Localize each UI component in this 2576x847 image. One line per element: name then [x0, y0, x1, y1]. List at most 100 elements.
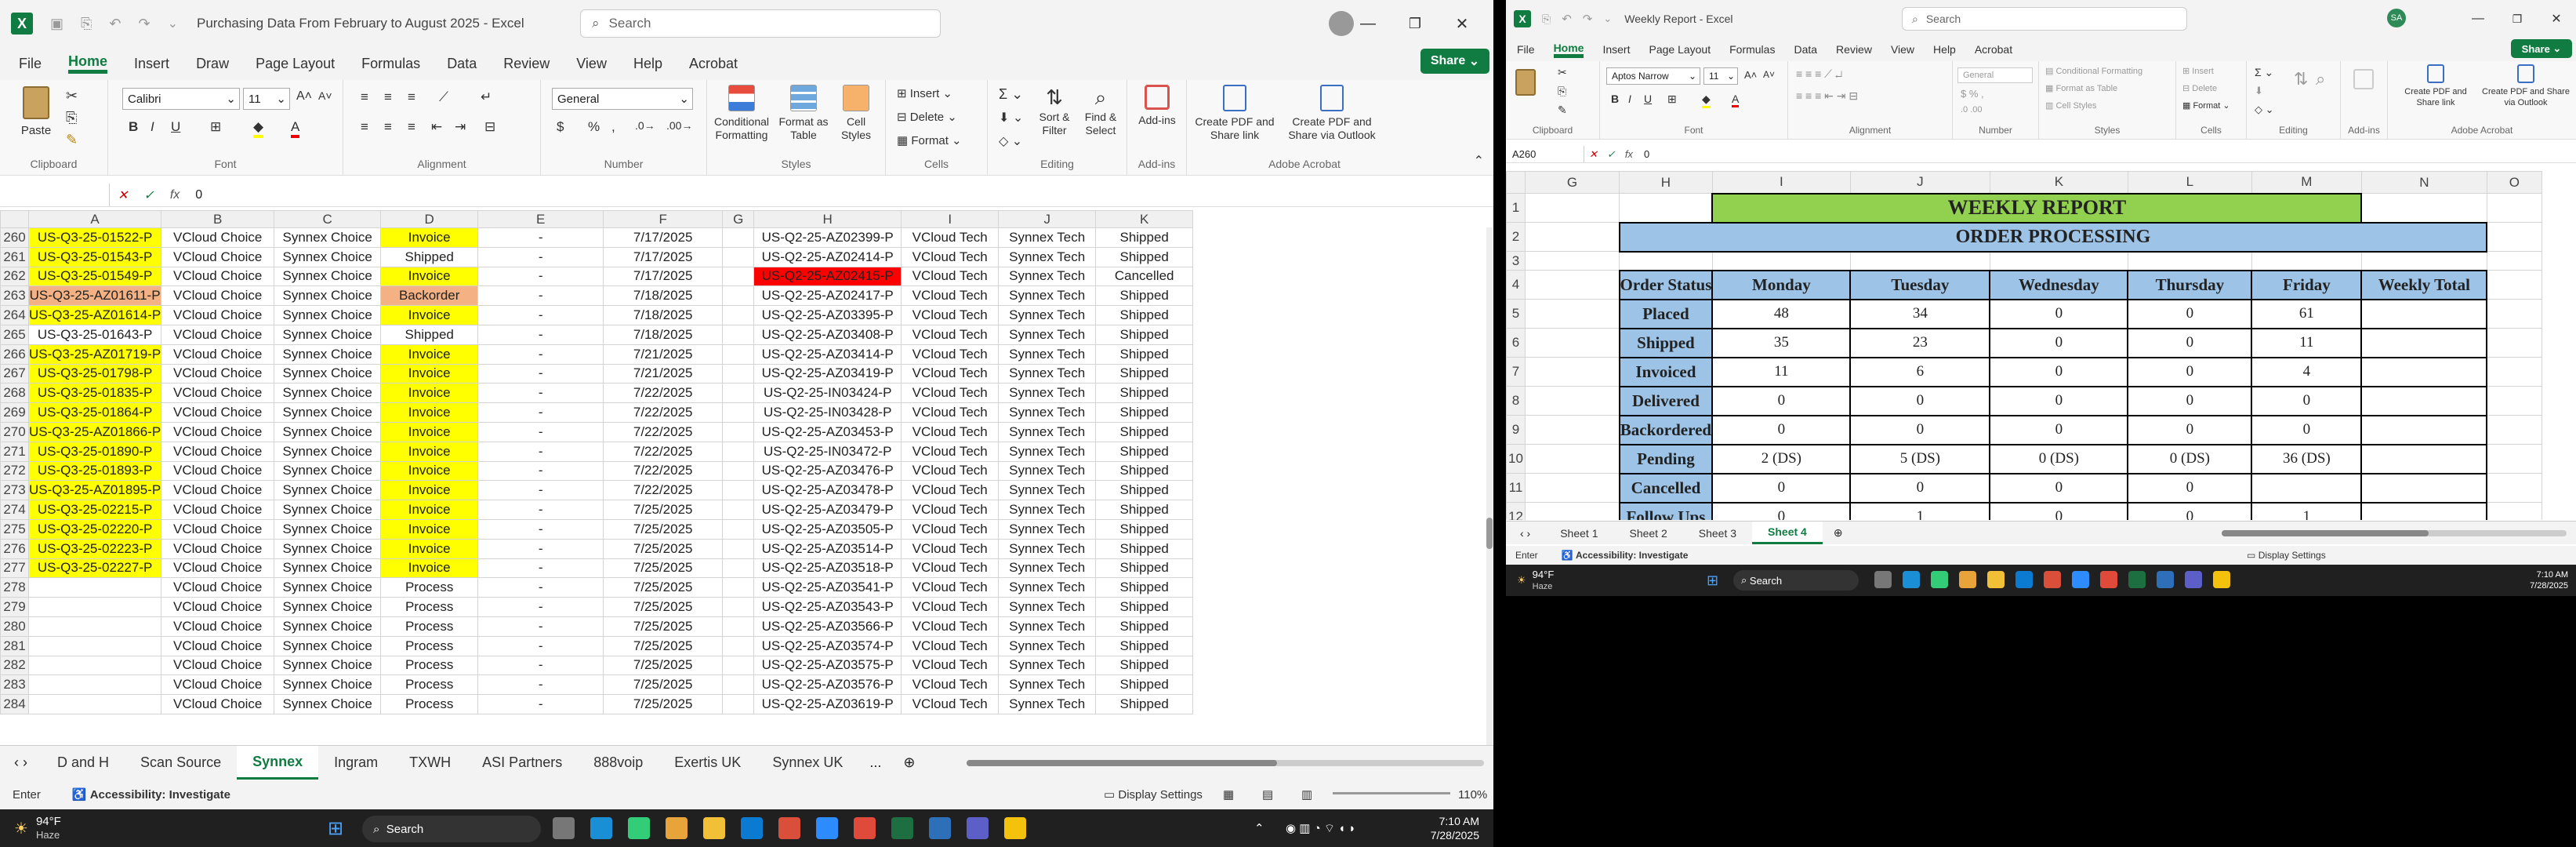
cell[interactable] [2486, 473, 2542, 503]
cell-a[interactable]: US-Q3-25-AZ01614-P [27, 305, 162, 325]
sort-filter-icon[interactable]: ⇅ [2294, 69, 2308, 89]
chrome-profile-icon[interactable] [778, 817, 800, 839]
cell[interactable] [1525, 193, 1620, 223]
cell-k[interactable]: Shipped [1095, 344, 1194, 365]
chrome-icon[interactable] [666, 817, 688, 839]
zoom-icon[interactable] [816, 817, 838, 839]
cell-j[interactable]: Synnex Tech [998, 441, 1097, 462]
formula-input[interactable]: 0 [1644, 148, 1649, 160]
cell[interactable] [2486, 299, 2542, 329]
menu-tab-data[interactable]: Data [1794, 43, 1817, 56]
autosum-icon[interactable]: Σ ⌄ [2255, 66, 2273, 79]
cell-k[interactable]: Shipped [1095, 324, 1194, 345]
cell-h[interactable]: US-Q2-25-AZ02399-P [753, 227, 902, 248]
remote-desktop-icon[interactable] [929, 817, 951, 839]
scroll-thumb[interactable] [967, 759, 1277, 766]
cell-d[interactable]: Invoice [380, 227, 479, 248]
report-value[interactable] [2360, 472, 2488, 503]
cell-e[interactable]: - [477, 460, 604, 482]
find-icon[interactable]: ⌕ [2316, 69, 2325, 89]
row-header[interactable]: 260 [0, 227, 29, 248]
weather-icon[interactable]: ☀ [1517, 574, 1526, 587]
cell-b[interactable]: VCloud Choice [161, 694, 275, 714]
cell-e[interactable]: - [477, 500, 604, 520]
increase-font-icon[interactable]: A˄ [296, 89, 312, 104]
report-value[interactable]: 6 [1849, 356, 1991, 387]
cell-b[interactable]: VCloud Choice [161, 227, 275, 248]
cell-j[interactable]: Synnex Tech [998, 577, 1097, 598]
format-as-table-button[interactable]: ▦ Format as Table [2045, 83, 2117, 93]
cell-g[interactable] [722, 635, 755, 656]
cell-f[interactable]: 7/25/2025 [603, 655, 724, 676]
cell-f[interactable]: 7/18/2025 [603, 305, 724, 325]
cell[interactable] [1711, 251, 1851, 271]
cell-k[interactable]: Shipped [1095, 363, 1194, 384]
cell-k[interactable]: Shipped [1095, 460, 1194, 482]
autosave-icon[interactable]: ▣ [50, 16, 63, 32]
file-explorer-icon[interactable] [703, 817, 725, 839]
cell-d[interactable]: Process [380, 597, 479, 617]
menu-tab-acrobat[interactable]: Acrobat [1975, 43, 2012, 56]
cell-d[interactable]: Process [380, 694, 479, 714]
report-value[interactable] [2360, 327, 2488, 358]
zoom-icon[interactable] [2072, 571, 2089, 588]
calculator-icon[interactable] [628, 817, 650, 839]
cell[interactable] [2251, 251, 2362, 271]
notes-icon[interactable] [2213, 571, 2230, 588]
cell-c[interactable]: Synnex Choice [274, 635, 382, 656]
cell-k[interactable]: Shipped [1095, 285, 1194, 307]
cell-j[interactable]: Synnex Tech [998, 305, 1097, 325]
cell-e[interactable]: - [477, 285, 604, 307]
cell-g[interactable] [722, 500, 755, 520]
tab-scroll-arrows[interactable]: ‹ › [1520, 527, 1530, 540]
row-header[interactable]: 7 [1506, 357, 1526, 387]
menu-tab-page-layout[interactable]: Page Layout [1649, 43, 1711, 56]
report-value[interactable]: 0 [1849, 414, 1991, 445]
sheet-tab-exertis-uk[interactable]: Exertis UK [659, 754, 756, 771]
cell[interactable] [1619, 193, 1713, 223]
cell-a[interactable]: US-Q3-25-AZ01611-P [27, 285, 162, 307]
cell-i[interactable]: VCloud Tech [901, 344, 1000, 365]
cell-i[interactable]: VCloud Tech [901, 538, 1000, 559]
name-box[interactable] [0, 184, 110, 206]
teams-icon[interactable] [2185, 571, 2202, 588]
report-value[interactable] [2360, 414, 2488, 445]
report-header-tuesday[interactable]: Tuesday [1849, 269, 1991, 300]
font-size-select[interactable]: 11 ⌄ [1703, 67, 1738, 85]
name-box[interactable]: A260 [1506, 146, 1584, 162]
cell-c[interactable]: Synnex Choice [274, 227, 382, 248]
increase-decimal-icon[interactable]: .0→ [635, 119, 655, 132]
cell-d[interactable]: Shipped [380, 246, 479, 267]
cell-i[interactable]: VCloud Tech [901, 266, 1000, 287]
cell-c[interactable]: Synnex Choice [274, 518, 382, 540]
underline-icon[interactable]: U [171, 119, 180, 135]
cell-c[interactable]: Synnex Choice [274, 441, 382, 462]
accessibility-status[interactable]: ♿ Accessibility: Investigate [72, 787, 230, 802]
cell-f[interactable]: 7/22/2025 [603, 441, 724, 462]
cell[interactable] [2486, 415, 2542, 445]
sort-filter-button[interactable]: ⇅ Sort & Filter [1033, 85, 1076, 138]
formula-input[interactable]: 0 [195, 188, 202, 202]
align-middle-icon[interactable]: ≡ [384, 89, 392, 105]
row-header[interactable]: 276 [0, 538, 29, 559]
cell[interactable] [2486, 502, 2542, 520]
cell-k[interactable]: Shipped [1095, 480, 1194, 501]
cell-b[interactable]: VCloud Choice [161, 460, 275, 482]
fill-color-icon[interactable]: ◆ [1702, 93, 1711, 108]
clear-icon[interactable]: ◇ ⌄ [2255, 104, 2274, 116]
report-header-weekly-total[interactable]: Weekly Total [2360, 269, 2488, 300]
font-name-select[interactable]: Calibri ⌄ [122, 88, 240, 110]
cell-k[interactable]: Shipped [1095, 383, 1194, 404]
conditional-formatting-button[interactable]: ▤ Conditional Formatting [2045, 66, 2142, 76]
column-header-k[interactable]: K [1095, 210, 1194, 228]
number-format-select[interactable]: General [1957, 67, 2033, 83]
cell-h[interactable]: US-Q2-25-AZ03408-P [753, 324, 902, 345]
cell-b[interactable]: VCloud Choice [161, 305, 275, 325]
report-value[interactable]: 0 [1849, 385, 1991, 416]
borders-icon[interactable]: ⊞ [1667, 93, 1677, 106]
cell-h[interactable]: US-Q2-25-AZ03566-P [753, 616, 902, 637]
paste-icon[interactable] [1515, 69, 1536, 96]
restore-button[interactable]: ❐ [2498, 13, 2537, 26]
cell-i[interactable]: VCloud Tech [901, 246, 1000, 267]
cell-f[interactable]: 7/22/2025 [603, 383, 724, 404]
